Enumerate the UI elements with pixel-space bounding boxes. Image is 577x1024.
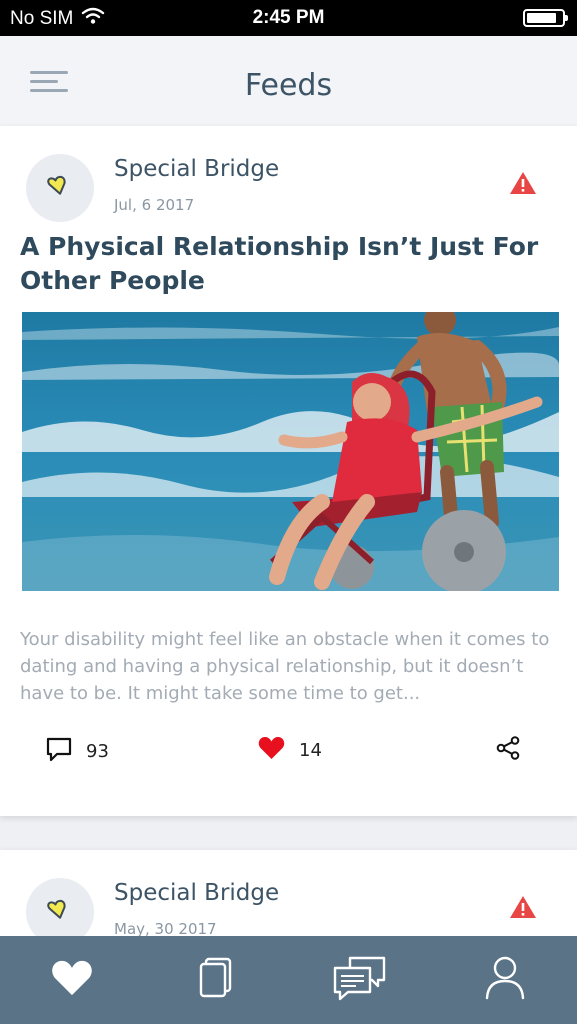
post-title[interactable]: A Physical Relationship Isn’t Just For O… (20, 230, 560, 298)
heart-icon (258, 736, 285, 765)
comment-count: 93 (86, 741, 109, 762)
battery-fill (527, 13, 556, 23)
post-actions: 93 14 (0, 736, 577, 772)
post-date: Jul, 6 2017 (114, 196, 195, 214)
like-count: 14 (299, 740, 322, 761)
tab-messages[interactable] (288, 936, 432, 1024)
page-title: Feeds (244, 68, 333, 103)
tab-profile[interactable] (433, 936, 577, 1024)
profile-icon (484, 955, 526, 1005)
tab-favorites[interactable] (0, 936, 144, 1024)
battery-icon (523, 9, 568, 27)
share-icon (496, 736, 520, 765)
heart-logo-icon (47, 175, 66, 195)
status-time: 2:45 PM (252, 7, 325, 28)
bottom-tab-bar (0, 936, 577, 1024)
chat-icon (332, 954, 388, 1006)
report-alert-icon[interactable] (509, 895, 537, 919)
tab-feeds[interactable] (144, 936, 288, 1024)
beach-wheelchair-photo (22, 312, 559, 591)
comment-button[interactable]: 93 (46, 736, 109, 767)
post-excerpt[interactable]: Your disability might feel like an obsta… (20, 626, 560, 707)
author-name[interactable]: Special Bridge (114, 156, 279, 182)
status-bar: No SIM 2:45 PM (0, 0, 577, 36)
author-name[interactable]: Special Bridge (114, 880, 279, 906)
share-button[interactable] (496, 736, 520, 765)
avatar[interactable] (26, 154, 94, 222)
post-image[interactable] (22, 312, 559, 591)
like-button[interactable]: 14 (258, 736, 322, 765)
heart-icon (51, 959, 93, 1001)
comment-icon (46, 736, 72, 767)
cards-icon (198, 957, 234, 1003)
app-header: Feeds (0, 36, 577, 126)
report-alert-icon[interactable] (509, 171, 537, 195)
feed-card[interactable]: Special Bridge Jul, 6 2017 A Physical Re… (0, 126, 577, 816)
